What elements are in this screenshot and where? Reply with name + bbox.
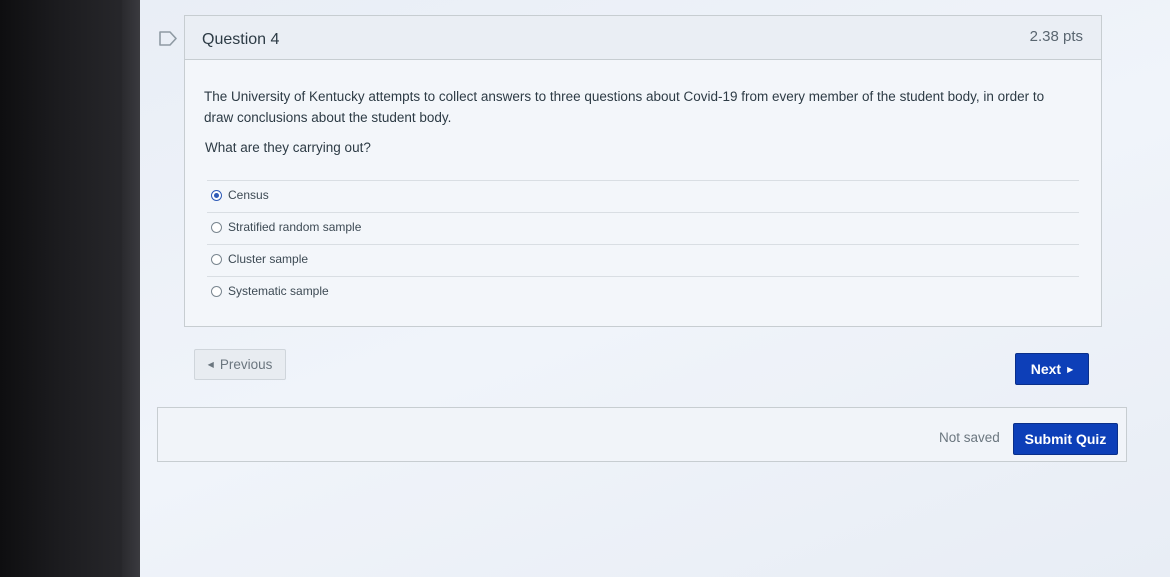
- monitor-bezel: [0, 0, 140, 577]
- question-prompt: What are they carrying out?: [205, 140, 371, 155]
- save-status: Not saved: [939, 430, 1000, 445]
- question-text: The University of Kentucky attempts to c…: [204, 89, 1045, 125]
- flag-icon[interactable]: [158, 30, 178, 47]
- answer-option-systematic-sample[interactable]: Systematic sample: [207, 276, 1079, 308]
- monitor-bezel-edge: [122, 0, 140, 577]
- question-header: Question 4 2.38 pts: [185, 16, 1101, 60]
- caret-right-icon: ▶: [1067, 364, 1074, 374]
- caret-left-icon: ◀: [207, 360, 214, 369]
- next-button[interactable]: Next ▶: [1015, 353, 1089, 385]
- next-button-label: Next: [1030, 361, 1062, 377]
- submit-quiz-button[interactable]: Submit Quiz: [1013, 423, 1118, 455]
- answer-label: Systematic sample: [228, 284, 329, 298]
- answer-option-census[interactable]: Census: [207, 180, 1079, 212]
- answer-list: Census Stratified random sample Cluster …: [207, 180, 1079, 308]
- answer-label: Census: [228, 188, 269, 202]
- previous-button[interactable]: ◀ Previous: [194, 349, 286, 380]
- answer-label: Stratified random sample: [228, 220, 362, 234]
- radio-button[interactable]: [211, 254, 222, 265]
- radio-button[interactable]: [211, 286, 222, 297]
- question-body: The University of Kentucky attempts to c…: [185, 61, 1101, 327]
- quiz-footer-bar: Not saved Submit Quiz: [157, 407, 1127, 462]
- answer-option-cluster-sample[interactable]: Cluster sample: [207, 244, 1079, 276]
- question-title: Question 4: [202, 31, 280, 48]
- answer-option-stratified-random-sample[interactable]: Stratified random sample: [207, 212, 1079, 244]
- answer-label: Cluster sample: [228, 252, 309, 266]
- radio-button[interactable]: [211, 222, 222, 233]
- previous-button-label: Previous: [219, 357, 273, 372]
- question-card: Question 4 2.38 pts The University of Ke…: [184, 15, 1102, 327]
- question-points: 2.38 pts: [1029, 28, 1083, 45]
- radio-button-selected[interactable]: [211, 190, 222, 201]
